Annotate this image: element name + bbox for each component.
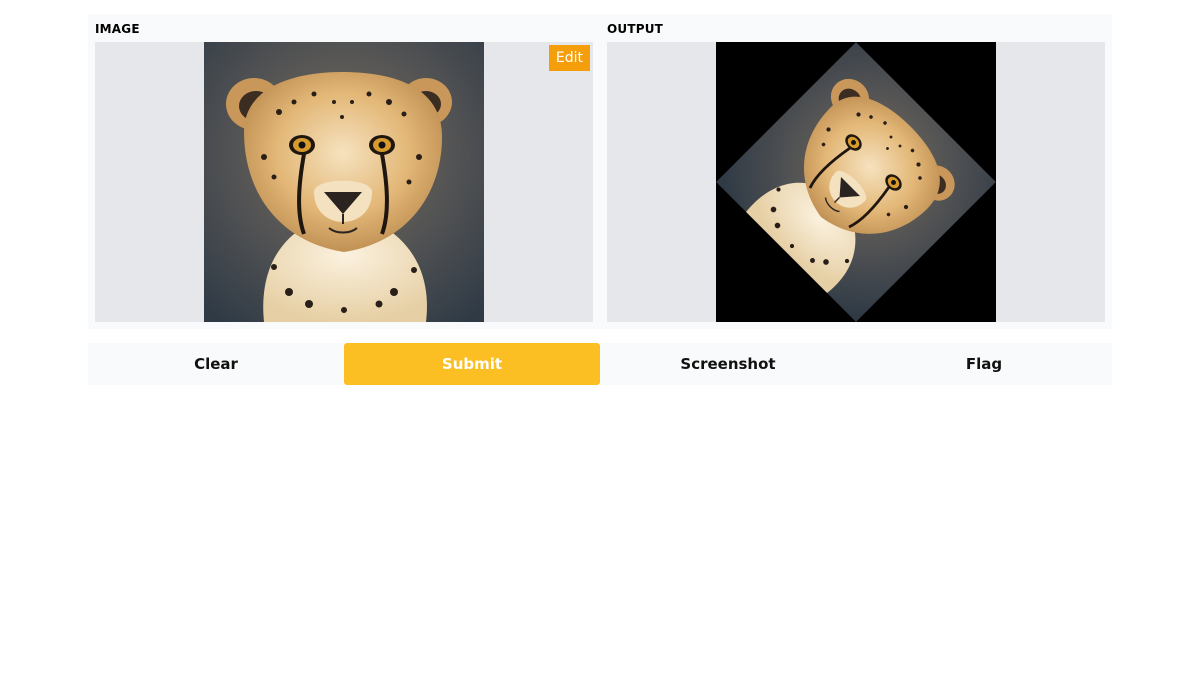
cheetah-image bbox=[204, 42, 484, 322]
input-image-area[interactable]: Edit bbox=[95, 42, 593, 322]
app-container: IMAGE Edit OUTPUT Clear Submit Screensho… bbox=[88, 14, 1112, 385]
output-image-panel: OUTPUT bbox=[600, 14, 1112, 329]
input-panel-label: IMAGE bbox=[95, 22, 140, 36]
flag-button[interactable]: Flag bbox=[856, 343, 1112, 385]
input-image-panel: IMAGE Edit bbox=[88, 14, 600, 329]
output-image-area bbox=[607, 42, 1105, 322]
output-panel-label: OUTPUT bbox=[607, 22, 664, 36]
output-image bbox=[716, 42, 996, 322]
panels-row: IMAGE Edit OUTPUT bbox=[88, 14, 1112, 329]
clear-button[interactable]: Clear bbox=[88, 343, 344, 385]
input-image bbox=[204, 42, 484, 322]
action-buttons: Clear Submit Screenshot Flag bbox=[88, 343, 1112, 385]
edit-button[interactable]: Edit bbox=[548, 45, 590, 71]
submit-button[interactable]: Submit bbox=[344, 343, 600, 385]
screenshot-button[interactable]: Screenshot bbox=[600, 343, 856, 385]
rotated-cheetah-image bbox=[716, 42, 996, 322]
